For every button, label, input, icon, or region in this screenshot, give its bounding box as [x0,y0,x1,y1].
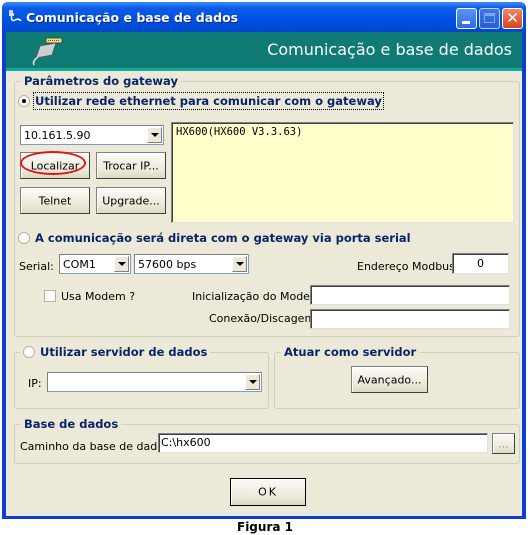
server-ip-label: IP: [28,377,42,390]
ethernet-radio-button[interactable] [18,95,30,107]
dialog-window: Comunicação e base de dados ✕ Comunicaçã… [2,2,526,519]
minimize-button[interactable] [456,8,477,29]
ok-label: OK [258,485,278,499]
use-modem-checkbox[interactable] [44,290,56,302]
chevron-down-icon[interactable] [114,256,129,272]
localizar-button[interactable]: Localizar [20,152,90,179]
upgrade-button[interactable]: Upgrade... [96,187,166,214]
dial-input[interactable] [310,309,510,329]
gateway-ip-combo[interactable]: 10.161.5.90 [20,125,164,145]
act-as-server-legend: Atuar como servidor [281,345,420,359]
dial-label: Conexão/Discagem: [209,312,319,325]
baud-rate-combo[interactable]: 57600 bps [134,254,249,274]
data-server-radio-button[interactable] [23,346,35,358]
telnet-label: Telnet [38,194,72,207]
serial-radio[interactable]: A comunicação será direta com o gateway … [18,231,411,245]
trocar-ip-button[interactable]: Trocar IP... [96,152,166,179]
modbus-address-input[interactable]: 0 [452,253,509,274]
modem-init-input[interactable] [310,285,510,305]
plug-cable-icon [9,10,22,22]
upgrade-label: Upgrade... [102,194,160,207]
serial-connector-icon [32,37,63,66]
gateway-info-text: HX600(HX600 V3.3.63) [176,126,303,138]
serial-label: Serial: [19,260,54,273]
modbus-address-label: Endereço Modbus: [357,260,459,273]
advanced-button[interactable]: Avançado... [351,366,428,393]
header-banner: Comunicação e base de dados [6,32,522,71]
data-server-radio[interactable]: Utilizar servidor de dados [20,345,211,359]
title-bar[interactable]: Comunicação e base de dados ✕ [2,2,526,32]
browse-label: ... [498,437,509,450]
trocar-ip-label: Trocar IP... [103,159,159,172]
ethernet-radio-label[interactable]: Utilizar rede ethernet para comunicar co… [33,92,384,110]
close-icon: ✕ [506,9,519,27]
chevron-down-icon[interactable] [245,374,260,390]
localizar-label: Localizar [30,159,80,172]
baud-rate-value: 57600 bps [138,258,197,271]
database-path-value: C:\hx600 [161,436,211,449]
gateway-ip-value: 10.161.5.90 [24,129,91,142]
database-path-input[interactable]: C:\hx600 [158,433,488,453]
gateway-info-textarea[interactable]: HX600(HX600 V3.3.63) [171,122,514,223]
dialog-client-area: Comunicação e base de dados Parâmetros d… [6,32,522,516]
database-legend: Base de dados [21,417,122,431]
database-path-label: Caminho da base de dados: [20,440,174,453]
ok-button[interactable]: OK [230,478,306,506]
ethernet-radio[interactable]: Utilizar rede ethernet para comunicar co… [18,92,384,110]
use-modem-label[interactable]: Usa Modem ? [61,290,135,303]
telnet-button[interactable]: Telnet [20,187,90,214]
chevron-down-icon[interactable] [232,256,247,272]
serial-port-combo[interactable]: COM1 [59,254,131,274]
serial-radio-label[interactable]: A comunicação será direta com o gateway … [35,231,411,245]
data-server-radio-label[interactable]: Utilizar servidor de dados [40,345,207,359]
serial-port-value: COM1 [63,258,96,271]
gateway-parameters-legend: Parâmetros do gateway [21,74,181,88]
modem-init-label: Inicialização do Modem: [192,290,325,303]
figure-caption: Figura 1 [237,520,293,534]
browse-button[interactable]: ... [492,433,515,454]
advanced-label: Avançado... [357,373,422,386]
header-title: Comunicação e base de dados [267,40,512,59]
chevron-down-icon[interactable] [147,127,162,143]
server-ip-combo[interactable] [47,372,262,392]
serial-radio-button[interactable] [18,232,30,244]
window-title: Comunicação e base de dados [26,10,239,25]
maximize-button[interactable] [479,8,500,29]
close-button[interactable]: ✕ [502,8,523,29]
modbus-address-value: 0 [477,257,484,270]
